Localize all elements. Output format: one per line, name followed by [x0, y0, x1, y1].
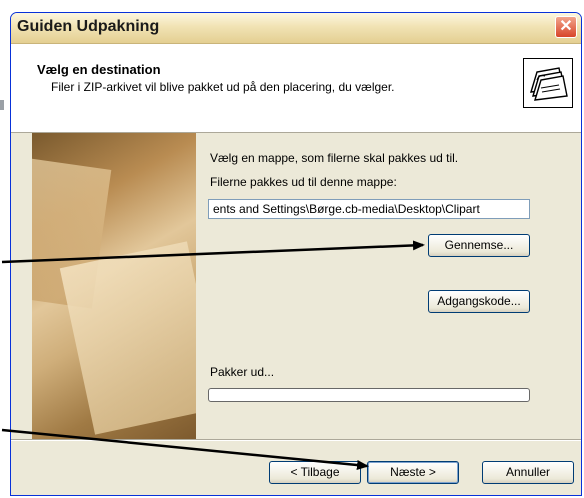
wizard-header: Vælg en destination Filer i ZIP-arkivet …: [11, 44, 581, 133]
extraction-wizard-window: Guiden Udpakning ✕ Vælg en destination F…: [10, 12, 582, 496]
footer-separator: [11, 439, 581, 441]
extraction-progress-bar: [208, 388, 530, 402]
back-button[interactable]: < Tilbage: [269, 461, 361, 484]
title-bar: Guiden Udpakning ✕: [11, 13, 581, 44]
destination-path-field[interactable]: ents and Settings\Børge.cb-media\Desktop…: [208, 199, 530, 219]
password-button[interactable]: Adgangskode...: [428, 290, 530, 313]
window-title: Guiden Udpakning: [17, 18, 160, 35]
progress-label: Pakker ud...: [210, 365, 275, 379]
wizard-side-image: [32, 133, 196, 439]
folder-label: Filerne pakkes ud til denne mappe:: [210, 175, 397, 189]
instruction-text: Vælg en mappe, som filerne skal pakkes u…: [210, 151, 459, 165]
folder-zip-icon: [523, 58, 573, 108]
header-title: Vælg en destination: [37, 62, 161, 77]
cancel-button[interactable]: Annuller: [482, 461, 574, 484]
browse-button[interactable]: Gennemse...: [428, 234, 530, 257]
header-subtitle: Filer i ZIP-arkivet vil blive pakket ud …: [51, 80, 395, 94]
background-edge-marker: [0, 100, 4, 110]
close-button[interactable]: ✕: [555, 16, 577, 38]
close-icon: ✕: [559, 18, 573, 35]
next-button[interactable]: Næste >: [367, 461, 459, 484]
